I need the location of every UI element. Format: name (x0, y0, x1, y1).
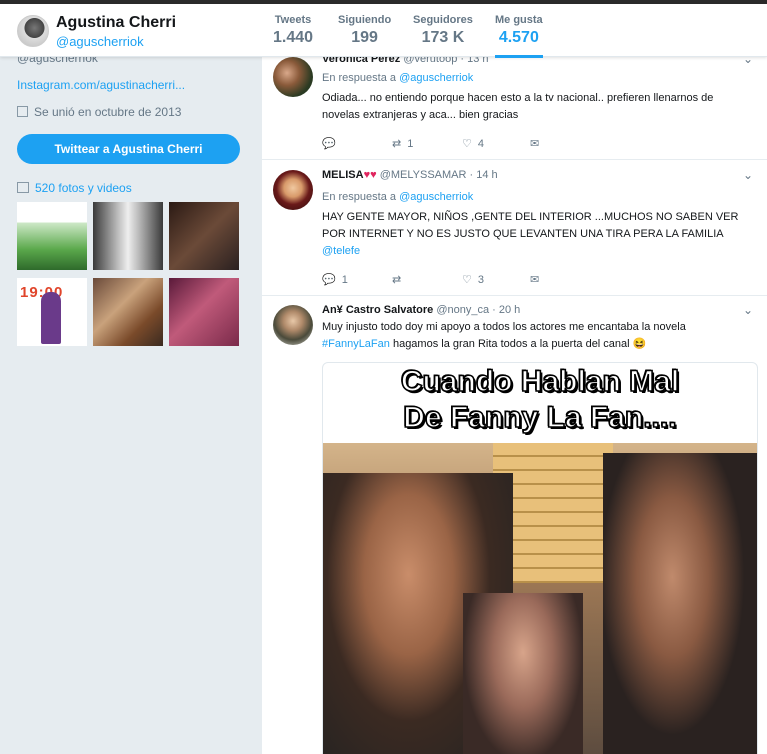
media-thumbnail[interactable] (93, 202, 163, 270)
reply-button[interactable]: 💬 1 (322, 273, 348, 286)
tweet[interactable]: An¥ Castro Salvatore @nony_ca · 20 h ⌄ M… (262, 295, 767, 754)
reply-count: 1 (341, 274, 348, 286)
tweet-avatar[interactable] (273, 305, 313, 345)
retweet-count: 1 (407, 138, 414, 150)
author-name: An¥ Castro Salvatore (322, 304, 434, 316)
joined-text: Se unió en octubre de 2013 (34, 105, 182, 119)
stat-followers[interactable]: Seguidores 173 K (413, 14, 473, 47)
instagram-link[interactable]: Instagram.com/agustinacherri... (17, 78, 185, 92)
tweet-time[interactable]: · 14 h (470, 169, 498, 181)
tweet-text-main: Muy injusto todo doy mi apoyo a todos lo… (322, 321, 686, 333)
like-button[interactable]: ♡ 3 (462, 273, 484, 286)
like-button[interactable]: ♡ 4 (462, 137, 484, 150)
envelope-icon: ✉ (530, 274, 540, 286)
tweet[interactable]: MELISA♥♥ @MELYSSAMAR · 14 h ⌄ En respues… (262, 159, 767, 296)
stat-label: Siguiendo (338, 14, 392, 26)
chevron-down-icon[interactable]: ⌄ (743, 168, 753, 182)
meme-photo (323, 443, 757, 754)
calendar-icon (17, 106, 28, 117)
tweet-time[interactable]: · 13 h (460, 56, 488, 65)
tweet-text: Odiada... no entiendo porque hacen esto … (322, 92, 714, 121)
media-thumbnail[interactable] (93, 278, 163, 346)
dm-button[interactable]: ✉ (530, 137, 539, 150)
tweet-avatar[interactable] (273, 57, 313, 97)
profile-name[interactable]: Agustina Cherri (56, 14, 176, 32)
reply-context: En respuesta a @aguscherriok (322, 191, 473, 203)
reply-mention[interactable]: @aguscherriok (399, 191, 473, 203)
tweet-feed: Verónica Pérez @verutoop · 13 h ⌄ En res… (262, 56, 767, 754)
stat-value: 199 (351, 29, 378, 46)
joined-date: Se unió en octubre de 2013 (17, 105, 181, 119)
thumbnail-figure (41, 292, 61, 344)
tweet-text-main: HAY GENTE MAYOR, NIÑOS ,GENTE DEL INTERI… (322, 211, 739, 240)
chevron-down-icon[interactable]: ⌄ (743, 303, 753, 317)
reply-button[interactable]: 💬 (322, 137, 336, 150)
stat-label: Seguidores (413, 14, 473, 26)
media-thumbnail[interactable] (169, 278, 239, 346)
tweet[interactable]: Verónica Pérez @verutoop · 13 h ⌄ En res… (262, 56, 767, 160)
profile-handle[interactable]: @aguscherriok (56, 34, 144, 49)
profile-header: Agustina Cherri @aguscherriok Tweets 1.4… (0, 4, 767, 58)
tweet-author[interactable]: An¥ Castro Salvatore @nony_ca · 20 h (322, 304, 520, 316)
profile-sidebar: @aguscherriok Instagram.com/agustinacher… (0, 51, 262, 754)
hashtag-link[interactable]: #FannyLaFan (322, 338, 390, 350)
envelope-icon: ✉ (530, 138, 540, 150)
reply-prefix: En respuesta a (322, 72, 396, 84)
retweet-icon: ⇄ (392, 274, 402, 286)
tweet-media-image[interactable]: Cuando Hablan Mal De Fanny La Fan.... (322, 362, 758, 754)
tweet-to-button[interactable]: Twittear a Agustina Cherri (17, 134, 240, 164)
author-name: Verónica Pérez (322, 56, 401, 65)
retweet-icon: ⇄ (392, 138, 402, 150)
avatar[interactable] (17, 15, 49, 47)
media-thumbnail[interactable] (169, 202, 239, 270)
author-handle: @verutoop (403, 56, 458, 65)
photos-text: 520 fotos y videos (35, 181, 132, 195)
stat-tweets[interactable]: Tweets 1.440 (273, 14, 313, 47)
meme-caption-line1: Cuando Hablan Mal (400, 364, 680, 399)
meme-caption-line2: De Fanny La Fan.... (402, 400, 677, 435)
reply-mention[interactable]: @aguscherriok (399, 72, 473, 84)
chevron-down-icon[interactable]: ⌄ (743, 56, 753, 66)
author-handle: @MELYSSAMAR (379, 169, 467, 181)
tweet-author[interactable]: Verónica Pérez @verutoop · 13 h (322, 56, 489, 65)
tweet-text: Muy injusto todo doy mi apoyo a todos lo… (322, 319, 752, 353)
tweet-text-continued: hagamos la gran Rita todos a la puerta d… (392, 338, 647, 350)
mention-link[interactable]: @telefe (322, 245, 360, 257)
stat-value: 1.440 (273, 29, 314, 46)
tweet-avatar[interactable] (273, 170, 313, 210)
stat-following[interactable]: Siguiendo 199 (338, 14, 391, 47)
stat-likes[interactable]: Me gusta 4.570 (495, 14, 543, 58)
like-count: 3 (477, 274, 484, 286)
heart-icon: ♡ (462, 274, 472, 286)
tweet-author[interactable]: MELISA♥♥ @MELYSSAMAR · 14 h (322, 169, 498, 181)
stat-value: 173 K (421, 29, 465, 46)
stat-label: Tweets (274, 14, 312, 26)
heart-emoji-icon: ♥♥ (363, 169, 377, 181)
meme-person (463, 593, 583, 754)
heart-icon: ♡ (462, 138, 472, 150)
author-name: MELISA (322, 169, 364, 181)
media-thumbnail[interactable] (17, 202, 87, 270)
photo-icon (17, 182, 29, 193)
reply-context: En respuesta a @aguscherriok (322, 72, 473, 84)
meme-person (603, 453, 757, 754)
retweet-button[interactable]: ⇄ 1 (392, 137, 413, 150)
reply-icon: 💬 (322, 138, 336, 150)
like-count: 4 (477, 138, 484, 150)
dm-button[interactable]: ✉ (530, 273, 539, 286)
tweet-text: HAY GENTE MAYOR, NIÑOS ,GENTE DEL INTERI… (322, 209, 752, 260)
reply-prefix: En respuesta a (322, 191, 396, 203)
stat-label: Me gusta (495, 14, 543, 26)
retweet-button[interactable]: ⇄ (392, 273, 401, 286)
stat-value: 4.570 (498, 29, 539, 46)
author-handle: @nony_ca (436, 304, 490, 316)
tweet-time[interactable]: · 20 h (492, 304, 520, 316)
reply-icon: 💬 (322, 274, 336, 286)
media-thumbnail[interactable]: 19:00 (17, 278, 87, 346)
photos-videos-link[interactable]: 520 fotos y videos (17, 181, 132, 195)
